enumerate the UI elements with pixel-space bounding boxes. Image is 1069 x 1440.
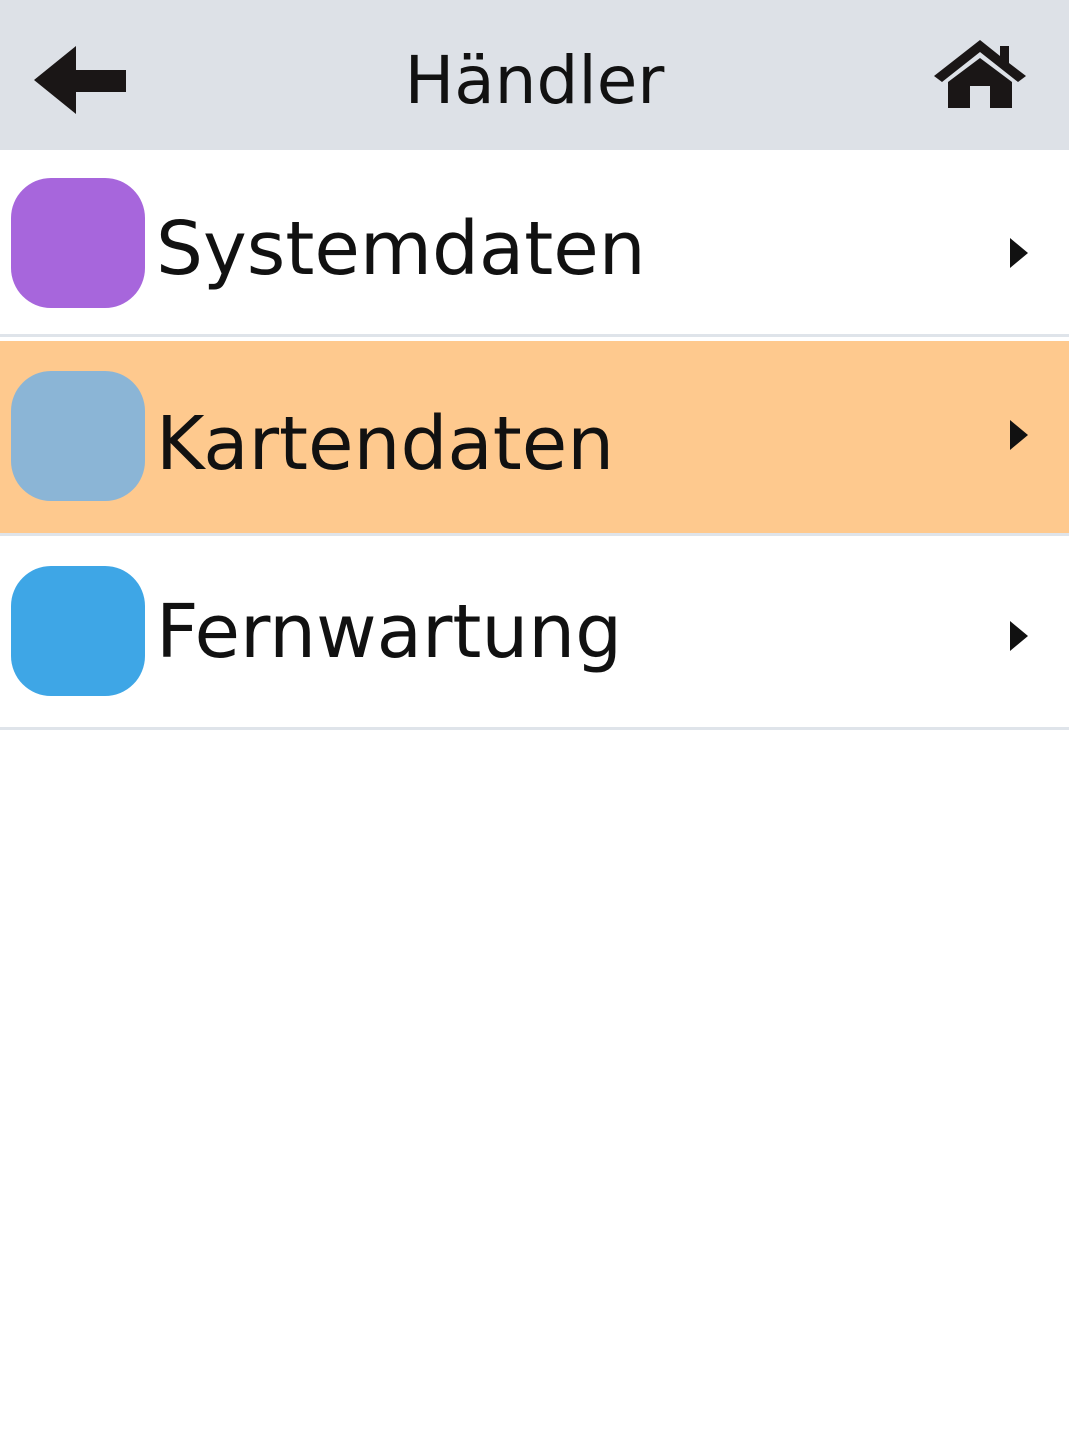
chevron-right-icon [1010, 621, 1028, 651]
divider [0, 727, 1069, 730]
chevron-right-icon [1010, 420, 1028, 450]
divider [0, 533, 1069, 536]
home-button[interactable] [930, 36, 1030, 112]
color-tile [11, 371, 145, 501]
back-button[interactable] [30, 40, 130, 120]
home-icon [934, 40, 1026, 108]
color-tile [11, 566, 145, 696]
top-bar: Händler [0, 0, 1069, 150]
menu-item-kartendaten[interactable]: Kartendaten [0, 341, 1069, 533]
arrow-left-icon [34, 46, 126, 114]
menu-item-label: Kartendaten [156, 401, 615, 487]
color-tile [11, 178, 145, 308]
menu-item-label: Systemdaten [156, 206, 646, 292]
menu-item-label: Fernwartung [156, 589, 623, 675]
menu-item-fernwartung[interactable]: Fernwartung [0, 539, 1069, 727]
divider [0, 334, 1069, 337]
chevron-right-icon [1010, 238, 1028, 268]
menu-list: Systemdaten Kartendaten Fernwartung [0, 150, 1069, 730]
page-title: Händler [404, 42, 665, 119]
menu-item-systemdaten[interactable]: Systemdaten [0, 150, 1069, 334]
